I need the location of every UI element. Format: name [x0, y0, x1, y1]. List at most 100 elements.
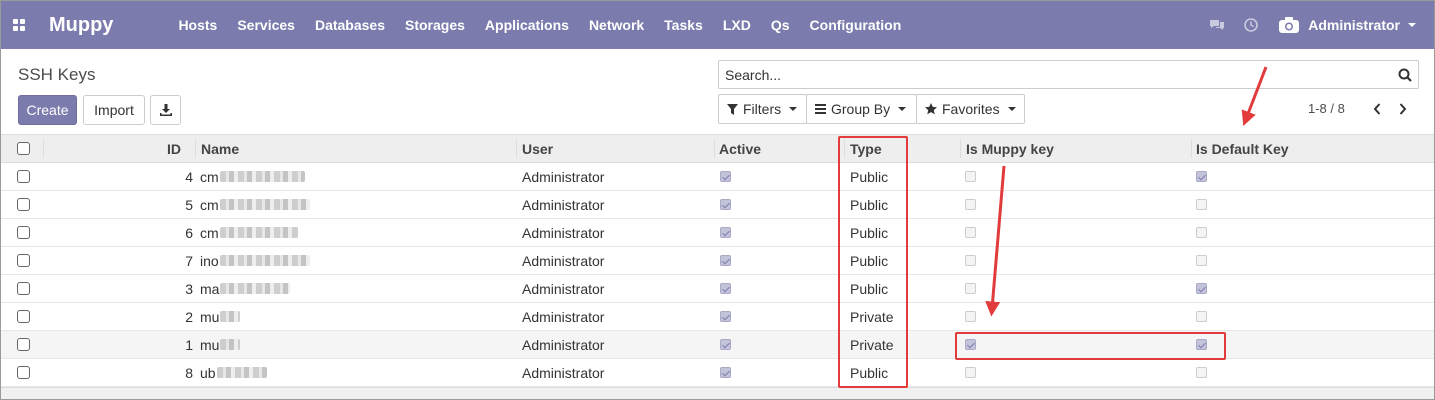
pager-previous-button[interactable] — [1367, 99, 1387, 119]
pager-next-button[interactable] — [1393, 99, 1413, 119]
active-checkbox — [720, 367, 731, 378]
row-checkbox[interactable] — [17, 282, 30, 295]
column-header-active[interactable]: Active — [719, 135, 761, 162]
name-text: cm — [200, 168, 219, 185]
active-checkbox — [720, 199, 731, 210]
table-row[interactable]: 1 mu Administrator Private — [1, 331, 1434, 359]
clock-icon[interactable] — [1234, 1, 1268, 49]
name-text: cm — [200, 224, 219, 241]
column-header-id[interactable]: ID — [121, 135, 181, 162]
row-checkbox[interactable] — [17, 198, 30, 211]
is-default-key-checkbox — [1196, 311, 1207, 322]
user-menu[interactable]: Administrator — [1278, 16, 1416, 34]
cell-name: cm — [200, 219, 298, 246]
cell-is-muppy-key — [965, 331, 976, 358]
cell-is-muppy-key — [965, 191, 976, 218]
row-select-cell — [17, 247, 30, 274]
favorites-dropdown[interactable]: Favorites — [916, 94, 1025, 124]
table-row[interactable]: 2 mu Administrator Private — [1, 303, 1434, 331]
filters-dropdown[interactable]: Filters — [718, 94, 807, 124]
menu-item-configuration[interactable]: Configuration — [800, 1, 912, 49]
table-row[interactable]: 8 ub Administrator Public — [1, 359, 1434, 387]
select-all-cell — [17, 135, 30, 162]
menu-item-tasks[interactable]: Tasks — [654, 1, 713, 49]
table-row[interactable]: 5 cm Administrator Public — [1, 191, 1434, 219]
is-muppy-key-checkbox — [965, 171, 976, 182]
apps-grid-icon[interactable] — [1, 1, 37, 49]
cell-id: 1 — [185, 336, 193, 353]
column-header-is-default-key[interactable]: Is Default Key — [1196, 135, 1289, 162]
menu-item-databases[interactable]: Databases — [305, 1, 395, 49]
search-icon[interactable] — [1392, 61, 1418, 88]
import-button[interactable]: Import — [83, 95, 145, 125]
table-row[interactable]: 6 cm Administrator Public — [1, 219, 1434, 247]
navbar-right: Administrator — [1200, 1, 1434, 49]
table-row[interactable]: 3 ma Administrator Public — [1, 275, 1434, 303]
cell-is-default-key — [1196, 163, 1207, 190]
cell-active — [720, 163, 731, 190]
row-checkbox[interactable] — [17, 366, 30, 379]
redacted-text — [219, 255, 310, 266]
top-navbar: Muppy Hosts Services Databases Storages … — [1, 1, 1434, 49]
is-default-key-checkbox — [1196, 339, 1207, 350]
pager-value[interactable]: 1-8 / 8 — [1308, 101, 1345, 116]
create-button[interactable]: Create — [18, 95, 77, 125]
chat-icon[interactable] — [1200, 1, 1234, 49]
menu-item-applications[interactable]: Applications — [475, 1, 579, 49]
column-header-name[interactable]: Name — [201, 135, 239, 162]
menu-item-network[interactable]: Network — [579, 1, 654, 49]
cell-name: mu — [200, 331, 241, 358]
brand-name[interactable]: Muppy — [49, 14, 113, 37]
row-checkbox[interactable] — [17, 310, 30, 323]
cell-id: 4 — [185, 168, 193, 185]
redacted-text — [220, 311, 241, 322]
search-input[interactable] — [719, 61, 1392, 88]
table-row[interactable]: 7 ino Administrator Public — [1, 247, 1434, 275]
chevron-right-icon — [1399, 103, 1407, 115]
is-muppy-key-checkbox — [965, 199, 976, 210]
row-checkbox[interactable] — [17, 254, 30, 267]
menu-item-hosts[interactable]: Hosts — [168, 1, 227, 49]
groupby-dropdown[interactable]: Group By — [806, 94, 917, 124]
column-header-user[interactable]: User — [522, 135, 553, 162]
cell-user: Administrator — [522, 336, 605, 353]
column-header-type[interactable]: Type — [850, 135, 882, 162]
cell-is-muppy-key — [965, 247, 976, 274]
redacted-text — [219, 199, 310, 210]
cell-id: 5 — [185, 196, 193, 213]
is-muppy-key-checkbox — [965, 255, 976, 266]
chevron-down-icon — [1408, 23, 1416, 27]
ssh-keys-table: ID Name User Active Type Is Muppy key Is… — [1, 135, 1434, 387]
row-checkbox[interactable] — [17, 226, 30, 239]
cell-user: Administrator — [522, 252, 605, 269]
row-select-cell — [17, 191, 30, 218]
row-checkbox[interactable] — [17, 338, 30, 351]
table-row[interactable]: 4 cm Administrator Public — [1, 163, 1434, 191]
select-all-checkbox[interactable] — [17, 142, 30, 155]
cell-name: ub — [200, 359, 267, 386]
menu-item-qs[interactable]: Qs — [761, 1, 800, 49]
is-default-key-checkbox — [1196, 367, 1207, 378]
row-checkbox[interactable] — [17, 170, 30, 183]
table-footer — [1, 387, 1434, 399]
chevron-down-icon — [789, 107, 798, 111]
favorites-label: Favorites — [942, 101, 1000, 117]
is-default-key-checkbox — [1196, 255, 1207, 266]
cell-active — [720, 191, 731, 218]
control-panel: SSH Keys Create Import Filters Group By … — [1, 49, 1434, 135]
name-text: ub — [200, 364, 216, 381]
cell-name: ma — [200, 275, 291, 302]
cell-id: 7 — [185, 252, 193, 269]
active-checkbox — [720, 339, 731, 350]
cell-active — [720, 303, 731, 330]
column-header-is-muppy-key[interactable]: Is Muppy key — [966, 135, 1054, 162]
cell-is-muppy-key — [965, 303, 976, 330]
cell-active — [720, 359, 731, 386]
redacted-text — [220, 283, 291, 294]
download-button[interactable] — [150, 95, 181, 125]
menu-item-services[interactable]: Services — [227, 1, 305, 49]
menu-item-storages[interactable]: Storages — [395, 1, 475, 49]
cell-is-default-key — [1196, 219, 1207, 246]
is-muppy-key-checkbox — [965, 311, 976, 322]
menu-item-lxd[interactable]: LXD — [713, 1, 761, 49]
